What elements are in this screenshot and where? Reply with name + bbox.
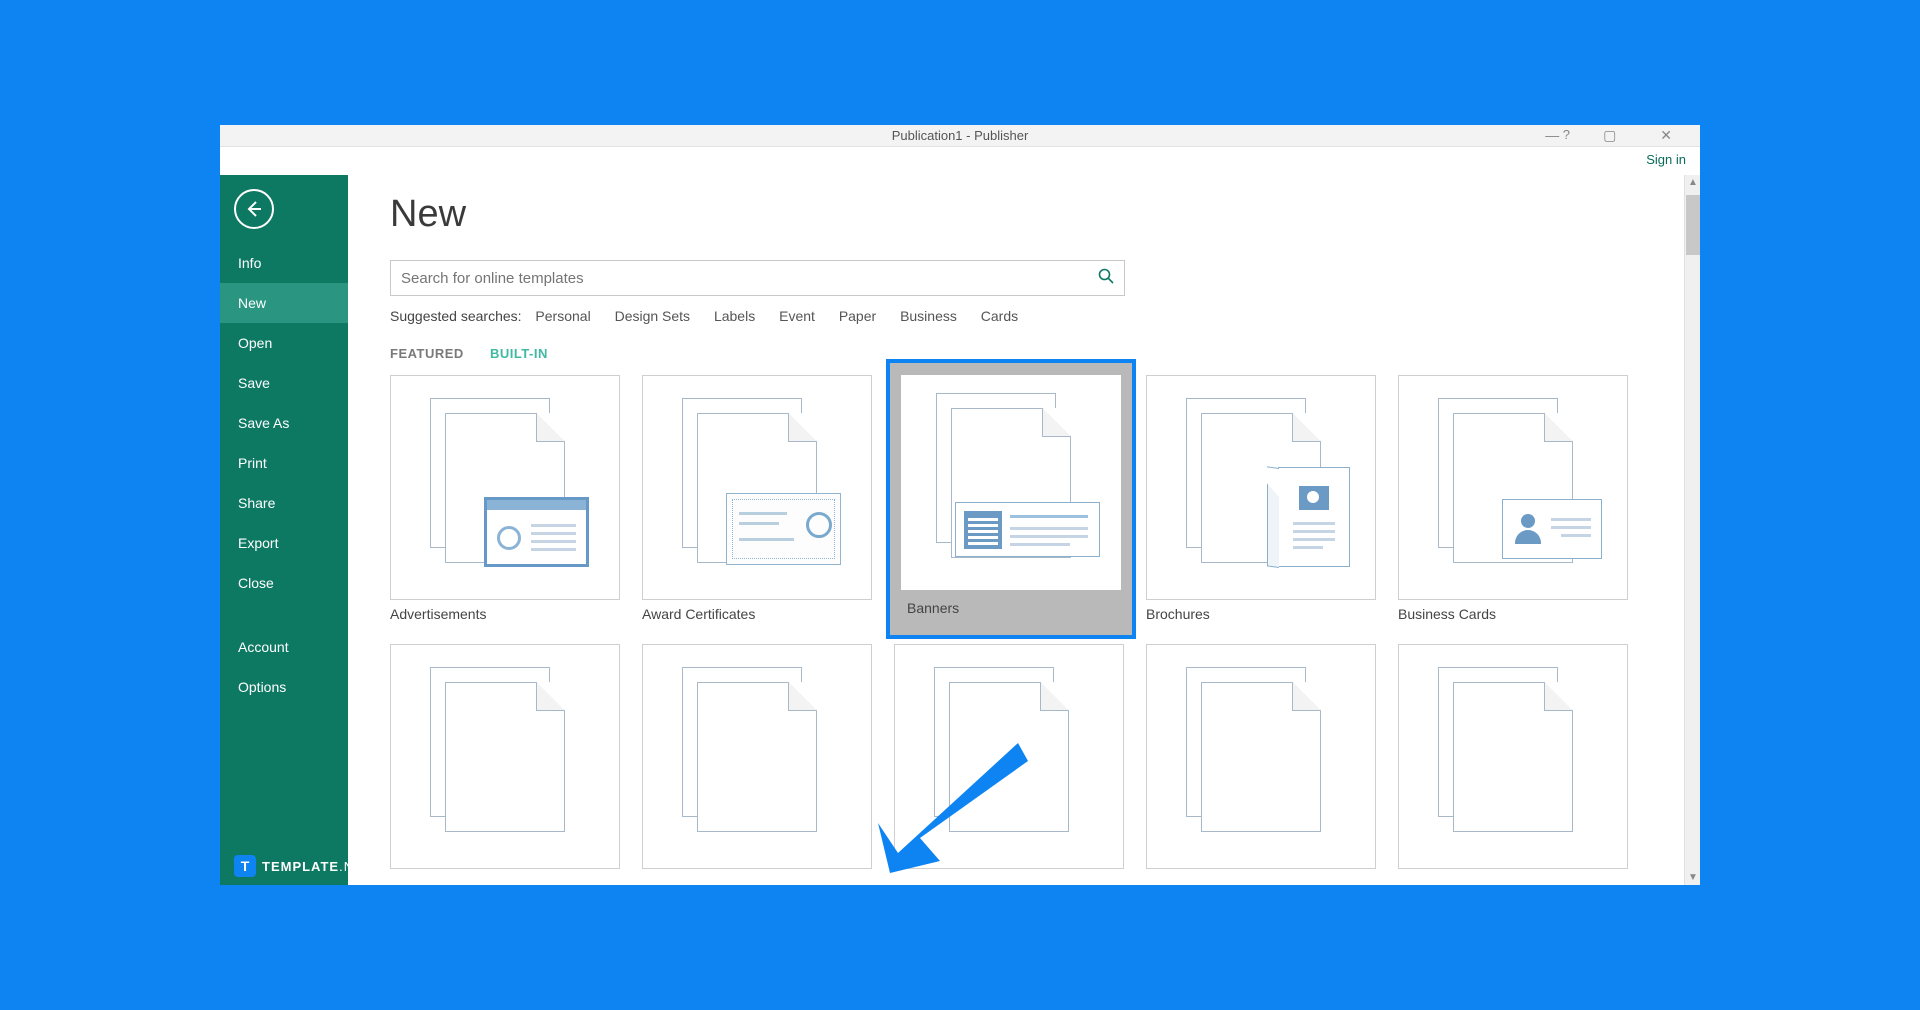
watermark-brand: TEMPLATE — [262, 859, 339, 874]
sidebar-item-save-as[interactable]: Save As — [220, 403, 348, 443]
template-card-business-cards[interactable]: Business Cards — [1398, 375, 1628, 622]
sidebar-item-options[interactable]: Options — [220, 667, 348, 707]
sign-in-link[interactable]: Sign in — [1646, 152, 1686, 167]
template-card-advertisements[interactable]: Advertisements — [390, 375, 620, 622]
template-label: Award Certificates — [642, 606, 872, 622]
scroll-up-icon[interactable]: ▲ — [1688, 177, 1698, 188]
template-card[interactable] — [1146, 644, 1376, 869]
scrollbar-thumb[interactable] — [1686, 195, 1700, 255]
window-title: Publication1 - Publisher — [892, 128, 1029, 143]
page-title: New — [390, 193, 1658, 236]
template-label: Business Cards — [1398, 606, 1628, 622]
template-card[interactable] — [1398, 644, 1628, 869]
template-card[interactable] — [390, 644, 620, 869]
watermark-suffix: .NET — [339, 859, 373, 874]
search-input[interactable] — [401, 270, 1098, 287]
back-button[interactable] — [234, 189, 274, 229]
sidebar-item-open[interactable]: Open — [220, 323, 348, 363]
sidebar-item-info[interactable]: Info — [220, 243, 348, 283]
template-card-banners[interactable]: Banners — [894, 375, 1124, 622]
suggested-label: Suggested searches: — [390, 308, 522, 324]
template-card-award-certificates[interactable]: Award Certificates — [642, 375, 872, 622]
template-label: Brochures — [1146, 606, 1376, 622]
backstage-sidebar: Info New Open Save Save As Print Share E… — [220, 175, 348, 885]
window-controls[interactable]: — ▢ ✕ — [1545, 127, 1692, 144]
template-card[interactable] — [642, 644, 872, 869]
business-card-icon — [1502, 499, 1602, 559]
certificate-icon — [726, 493, 841, 565]
tab-featured[interactable]: FEATURED — [390, 346, 464, 361]
sidebar-item-save[interactable]: Save — [220, 363, 348, 403]
tab-built-in[interactable]: BUILT-IN — [490, 346, 548, 361]
title-bar: Publication1 - Publisher ? — ▢ ✕ — [220, 125, 1700, 147]
watermark-logo-icon: T — [234, 855, 256, 877]
template-label: Banners — [901, 600, 1121, 616]
suggested-link[interactable]: Business — [900, 308, 957, 324]
brochure-icon — [1278, 467, 1350, 567]
banner-icon — [955, 502, 1100, 557]
vertical-scrollbar[interactable]: ▲ ▼ — [1684, 175, 1700, 885]
main-area: Info New Open Save Save As Print Share E… — [220, 175, 1700, 885]
template-card-brochures[interactable]: Brochures — [1146, 375, 1376, 622]
content-pane: New Suggested searches: Personal Design … — [348, 175, 1700, 885]
sidebar-item-export[interactable]: Export — [220, 523, 348, 563]
search-icon[interactable] — [1098, 268, 1114, 289]
advertisement-icon — [484, 497, 589, 567]
scroll-down-icon[interactable]: ▼ — [1688, 872, 1698, 883]
watermark: T TEMPLATE.NET — [234, 855, 373, 877]
sidebar-item-new[interactable]: New — [220, 283, 348, 323]
suggested-link[interactable]: Design Sets — [615, 308, 690, 324]
suggested-link[interactable]: Personal — [535, 308, 590, 324]
account-strip: Sign in — [220, 147, 1700, 175]
template-label: Advertisements — [390, 606, 620, 622]
suggested-link[interactable]: Event — [779, 308, 815, 324]
suggested-link[interactable]: Cards — [981, 308, 1018, 324]
search-box[interactable] — [390, 260, 1125, 296]
sidebar-item-print[interactable]: Print — [220, 443, 348, 483]
suggested-link[interactable]: Labels — [714, 308, 755, 324]
annotation-arrow — [878, 743, 1028, 878]
sidebar-item-close[interactable]: Close — [220, 563, 348, 603]
sidebar-item-share[interactable]: Share — [220, 483, 348, 523]
app-window: Publication1 - Publisher ? — ▢ ✕ Sign in… — [210, 115, 1710, 895]
suggested-searches: Suggested searches: Personal Design Sets… — [390, 308, 1658, 324]
sidebar-item-account[interactable]: Account — [220, 627, 348, 667]
suggested-link[interactable]: Paper — [839, 308, 876, 324]
